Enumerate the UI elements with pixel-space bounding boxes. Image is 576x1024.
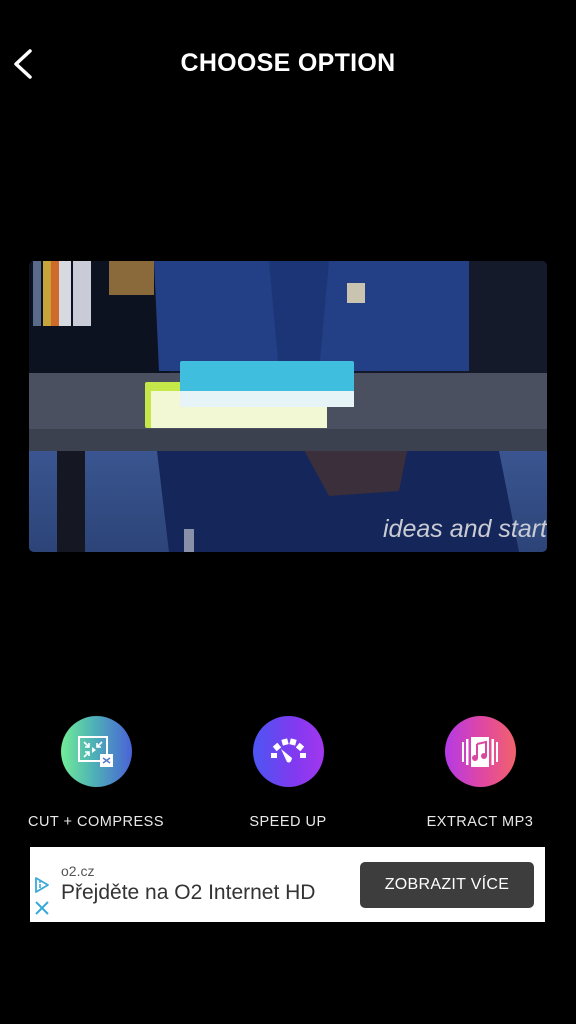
ad-domain: o2.cz bbox=[61, 863, 95, 879]
speedometer-icon bbox=[271, 737, 306, 762]
ad-cta-button[interactable]: ZOBRAZIT VÍCE bbox=[360, 862, 534, 908]
close-icon[interactable] bbox=[35, 901, 49, 915]
option-extract-mp3-label: EXTRACT MP3 bbox=[426, 814, 534, 830]
adchoices-icon[interactable] bbox=[34, 877, 50, 893]
music-file-icon bbox=[462, 736, 498, 767]
option-speed-up[interactable]: SPEED UP bbox=[213, 716, 363, 830]
option-extract-mp3-circle bbox=[444, 716, 516, 787]
option-cut-compress[interactable]: CUT + COMPRESS bbox=[21, 716, 171, 830]
option-extract-mp3[interactable]: EXTRACT MP3 bbox=[405, 716, 555, 830]
video-preview[interactable]: ideas and start bbox=[29, 261, 547, 552]
compress-icon bbox=[78, 735, 113, 767]
ad-banner[interactable]: o2.cz Přejděte na O2 Internet HD ZOBRAZI… bbox=[30, 847, 545, 922]
top-bar: CHOOSE OPTION bbox=[0, 0, 576, 128]
video-frame bbox=[29, 261, 547, 552]
option-speed-up-label: SPEED UP bbox=[249, 814, 327, 830]
ad-headline[interactable]: Přejděte na O2 Internet HD bbox=[61, 881, 315, 905]
page-title: CHOOSE OPTION bbox=[180, 49, 396, 77]
option-cut-compress-label: CUT + COMPRESS bbox=[27, 814, 165, 830]
option-speed-up-circle bbox=[252, 716, 324, 787]
option-cut-compress-circle bbox=[60, 716, 132, 787]
video-caption: ideas and start bbox=[383, 515, 547, 543]
